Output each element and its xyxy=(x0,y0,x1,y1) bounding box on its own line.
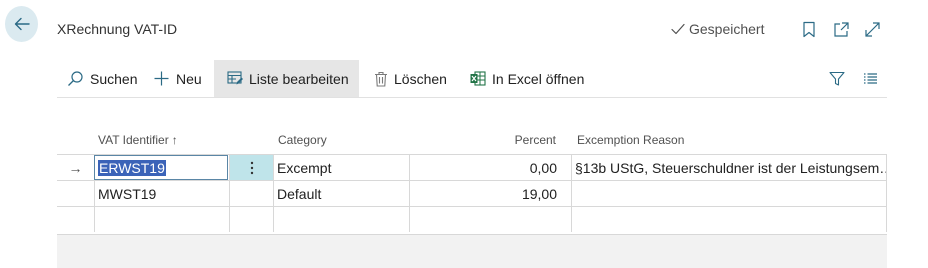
column-header-exemption-reason[interactable]: Excemption Reason xyxy=(577,125,684,154)
column-header-percent[interactable]: Percent xyxy=(409,125,556,154)
column-header-category-label: Category xyxy=(278,132,327,147)
row-marker xyxy=(57,207,94,232)
search-button-label: Suchen xyxy=(90,70,138,87)
percent-cell[interactable]: 19,00 xyxy=(409,181,571,206)
vat-identifier-cell[interactable] xyxy=(94,207,229,232)
new-button[interactable]: Neu xyxy=(153,60,202,97)
percent-cell[interactable] xyxy=(409,207,571,232)
delete-button[interactable]: Löschen xyxy=(374,60,447,97)
filter-button[interactable] xyxy=(829,60,845,97)
edit-list-icon xyxy=(227,71,243,85)
more-vertical-icon xyxy=(250,161,253,174)
sort-ascending-icon: ↑ xyxy=(171,132,178,147)
exemption-reason-cell[interactable]: §13b UStG, Steuerschuldner ist der Leist… xyxy=(571,155,887,180)
saved-status: Gespeichert xyxy=(670,21,764,37)
column-header-vat-identifier-label: VAT Identifier xyxy=(98,132,169,147)
bookmark-icon xyxy=(803,21,815,37)
column-header-category[interactable]: Category xyxy=(278,125,327,154)
bookmark-button[interactable] xyxy=(799,19,819,39)
edit-list-button[interactable]: Liste bearbeiten xyxy=(214,60,359,97)
grid-footer xyxy=(57,234,887,268)
edit-list-button-label: Liste bearbeiten xyxy=(249,70,349,87)
expand-icon xyxy=(864,21,880,37)
column-header-vat-identifier[interactable]: VAT Identifier ↑ xyxy=(98,125,178,154)
new-button-label: Neu xyxy=(176,70,202,87)
table-row-empty[interactable] xyxy=(57,206,887,232)
category-cell[interactable]: Excempt xyxy=(273,155,409,180)
row-marker xyxy=(57,181,94,206)
table-row[interactable]: → ERWST19 Excempt 0,00 §13b UStG, Steuer… xyxy=(57,154,887,180)
excel-icon xyxy=(470,71,486,86)
exemption-reason-cell[interactable] xyxy=(571,181,887,206)
category-cell[interactable] xyxy=(273,207,409,232)
plus-icon xyxy=(154,71,169,86)
expand-button[interactable] xyxy=(862,19,882,39)
action-bar: Suchen Neu Liste bearbeiten Löschen In E… xyxy=(57,60,887,98)
list-view-button[interactable] xyxy=(863,60,878,97)
table-row[interactable]: MWST19 Default 19,00 xyxy=(57,180,887,206)
row-actions-cell[interactable] xyxy=(229,207,273,232)
trash-icon xyxy=(375,71,387,87)
row-actions-cell[interactable] xyxy=(229,181,273,206)
vat-identifier-cell[interactable]: ERWST19 xyxy=(94,155,228,180)
open-in-excel-button-label: In Excel öffnen xyxy=(492,70,585,87)
row-actions-button[interactable] xyxy=(229,155,273,180)
percent-cell[interactable]: 0,00 xyxy=(409,155,571,180)
open-in-new-window-icon xyxy=(833,21,849,37)
open-new-window-button[interactable] xyxy=(831,19,851,39)
vat-identifier-cell[interactable]: MWST19 xyxy=(94,181,229,206)
checkmark-icon xyxy=(671,23,685,35)
exemption-reason-cell[interactable] xyxy=(571,207,887,232)
delete-button-label: Löschen xyxy=(394,70,447,87)
row-selected-arrow-icon: → xyxy=(68,159,83,176)
open-in-excel-button[interactable]: In Excel öffnen xyxy=(470,60,584,97)
row-border xyxy=(886,181,887,206)
list-view-icon xyxy=(864,73,877,84)
vat-identifier-value: ERWST19 xyxy=(98,159,166,176)
back-button[interactable] xyxy=(5,6,38,42)
category-cell[interactable]: Default xyxy=(273,181,409,206)
search-button[interactable]: Suchen xyxy=(67,60,137,97)
arrow-left-icon xyxy=(14,17,30,31)
search-icon xyxy=(68,71,83,86)
row-border xyxy=(886,207,887,232)
saved-status-label: Gespeichert xyxy=(689,21,765,37)
row-border xyxy=(886,155,887,180)
page-title: XRechnung VAT-ID xyxy=(57,21,178,37)
column-header-exemption-reason-label: Excemption Reason xyxy=(577,132,685,147)
filter-icon xyxy=(829,71,845,86)
column-header-percent-label: Percent xyxy=(514,132,556,147)
